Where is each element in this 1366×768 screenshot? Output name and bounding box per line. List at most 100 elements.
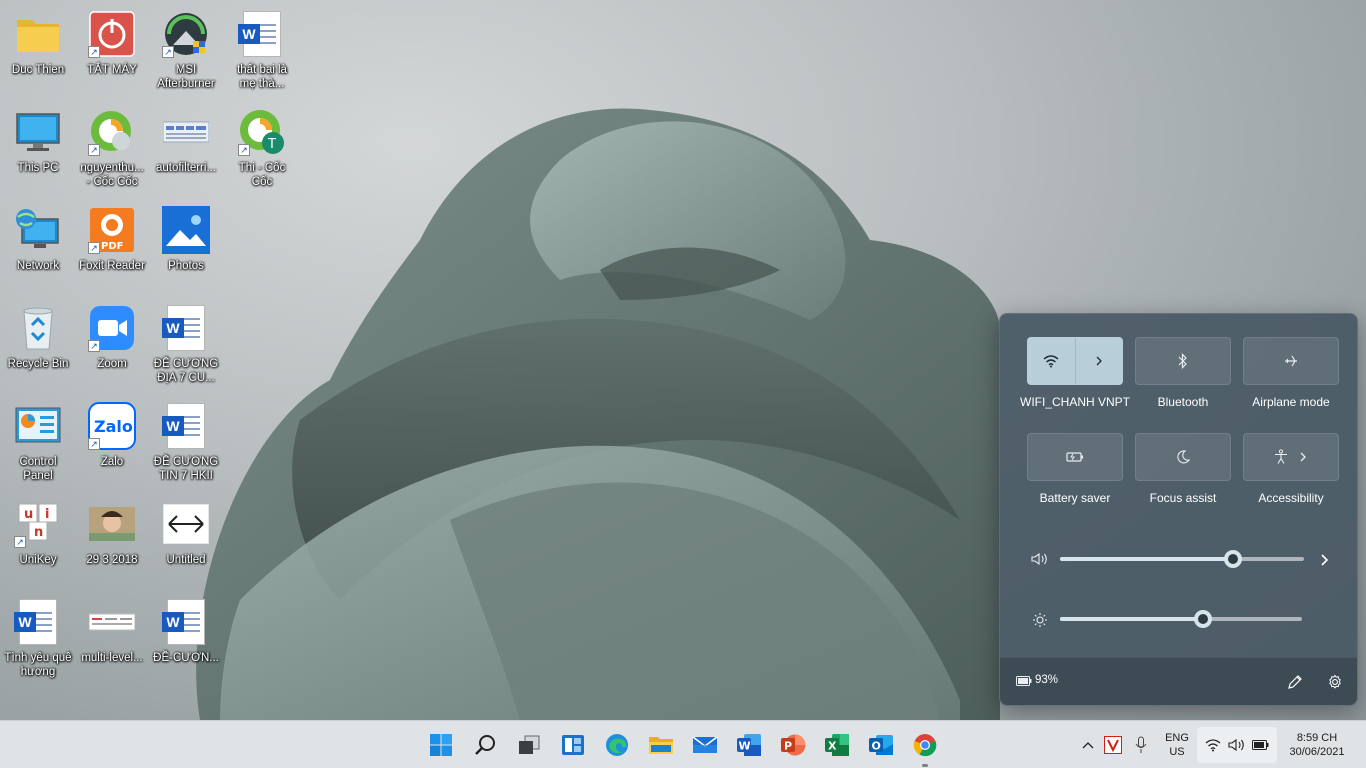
shortcut-arrow-icon: ↗ [238, 144, 250, 156]
battery-icon [1252, 740, 1269, 750]
focus-assist-tile[interactable] [1135, 433, 1231, 481]
file-untitled[interactable]: Untitled [148, 494, 224, 588]
start-button[interactable] [421, 727, 461, 763]
file-de-cuong-tin-7[interactable]: W ĐỀ CƯƠNG TIN 7 HKII [148, 396, 224, 490]
draw-file-icon [162, 500, 210, 548]
volume-slider[interactable] [1060, 550, 1304, 568]
speaker-icon [1228, 738, 1244, 752]
coccoc-icon: ↗ [88, 108, 136, 156]
accessibility-label: Accessibility [1258, 491, 1324, 505]
this-pc[interactable]: This PC [0, 102, 76, 196]
excel-icon: X [825, 734, 849, 756]
speaker-icon [1031, 552, 1047, 566]
quick-settings-footer: 93% [1000, 657, 1357, 705]
word-document-icon: W [162, 304, 210, 352]
photos[interactable]: Photos [148, 200, 224, 294]
network-icon [14, 206, 62, 254]
coccoc-thi[interactable]: T ↗ Thi - Cốc Cốc [224, 102, 300, 196]
unikey[interactable]: uin ↗ UniKey [0, 494, 76, 588]
all-settings-button[interactable] [1324, 671, 1346, 693]
airplane-icon [1285, 355, 1297, 367]
shortcut-arrow-icon: ↗ [14, 536, 26, 548]
brightness-slider[interactable] [1060, 610, 1302, 628]
battery-saver-label: Battery saver [1039, 491, 1111, 505]
word-button[interactable]: W [729, 727, 769, 763]
file-tinh-yeu-que-huong[interactable]: W Tình yêu quê hương [0, 592, 76, 686]
search-button[interactable] [465, 727, 505, 763]
mail-icon [692, 736, 718, 753]
airplane-mode-tile[interactable] [1243, 337, 1339, 385]
wifi-icon [1043, 355, 1059, 368]
recycle-bin[interactable]: Recycle Bin [0, 298, 76, 392]
excel-button[interactable]: X [817, 727, 857, 763]
file-explorer-button[interactable] [641, 727, 681, 763]
outlook-icon: O [869, 735, 893, 755]
image-file-icon [88, 598, 136, 646]
wifi-toggle-tile[interactable] [1027, 337, 1123, 385]
monitor-icon [14, 108, 62, 156]
control-panel[interactable]: Control Panel [0, 396, 76, 490]
vietkey-icon [1104, 736, 1122, 754]
chrome-running-indicator [922, 764, 928, 767]
microphone-tray-button[interactable] [1131, 735, 1151, 755]
wifi-icon [1205, 739, 1221, 752]
accessibility-tile[interactable] [1243, 433, 1339, 481]
zalo[interactable]: Zalo ↗ Zalo [74, 396, 150, 490]
photo-29-3-2018[interactable]: 29 3 2018 [74, 494, 150, 588]
svg-text:i: i [45, 507, 49, 522]
bluetooth-tile-label: Bluetooth [1157, 395, 1209, 409]
battery-saver-tile[interactable] [1027, 433, 1123, 481]
vietkey-tray-button[interactable] [1103, 735, 1123, 755]
foxit-reader[interactable]: PDF ↗ Foxit Reader [74, 200, 150, 294]
msi-afterburner[interactable]: ↗ MSI Afterburner [148, 4, 224, 98]
chrome-button[interactable] [905, 727, 945, 763]
powerpoint-icon: P [781, 734, 806, 756]
recycle-bin-icon [14, 304, 62, 352]
file-that-bai-la-me-thanh-cong[interactable]: W thất bại là mẹ thà... [224, 4, 300, 98]
gear-icon [1329, 674, 1341, 689]
coccoc-nguyenthu[interactable]: ↗ nguyenthu... - Cốc Cốc [74, 102, 150, 196]
audio-output-button[interactable] [1316, 552, 1332, 568]
edit-quick-settings-button[interactable] [1284, 671, 1306, 693]
edge-button[interactable] [597, 727, 637, 763]
pencil-icon [1288, 675, 1302, 689]
widgets-button[interactable] [553, 727, 593, 763]
unikey-icon: uin ↗ [14, 500, 62, 548]
clock-button[interactable]: 8:59 CH 30/06/2021 [1280, 731, 1354, 759]
brightness-slider-thumb[interactable] [1194, 610, 1212, 628]
file-multi-level[interactable]: multi-level... [74, 592, 150, 686]
svg-text:PDF: PDF [101, 241, 123, 252]
input-language-indicator[interactable]: ENG US [1158, 731, 1196, 759]
shortcut-arrow-icon: ↗ [88, 340, 100, 352]
outlook-button[interactable]: O [861, 727, 901, 763]
wifi-expand-button[interactable] [1075, 338, 1122, 384]
network[interactable]: Network [0, 200, 76, 294]
show-hidden-icons-button[interactable] [1078, 735, 1098, 755]
svg-text:O: O [872, 740, 881, 753]
quick-settings-tray-button[interactable] [1197, 727, 1277, 763]
msi-afterburner-icon: ↗ [162, 10, 210, 58]
folder-duc-thien[interactable]: Duc Thien [0, 4, 76, 98]
zoom[interactable]: ↗ Zoom [74, 298, 150, 392]
airplane-mode-label: Airplane mode [1252, 395, 1330, 409]
accessibility-icon [1275, 449, 1287, 464]
autofilterri[interactable]: autofilterri... [148, 102, 224, 196]
chevron-up-icon [1082, 742, 1094, 749]
file-de-cuong-dia-7[interactable]: W ĐỀ CƯƠNG ĐỊA 7 CU... [148, 298, 224, 392]
wifi-toggle-button[interactable] [1028, 338, 1075, 384]
volume-slider-thumb[interactable] [1224, 550, 1242, 568]
brightness-icon [1033, 613, 1047, 627]
powerpoint-button[interactable]: P [773, 727, 813, 763]
battery-percentage: 93% [1035, 674, 1059, 686]
zoom-icon: ↗ [88, 304, 136, 352]
chevron-right-icon [1096, 356, 1102, 366]
bluetooth-toggle-tile[interactable] [1135, 337, 1231, 385]
mail-button[interactable] [685, 727, 725, 763]
chevron-right-icon [1300, 452, 1306, 462]
task-view-button[interactable] [509, 727, 549, 763]
tat-may-shortcut[interactable]: ↗ TẮT MÁY [74, 4, 150, 98]
file-de-cuong[interactable]: W ĐỀ-CƯƠN... [148, 592, 224, 686]
word-document-icon: W [14, 598, 62, 646]
coccoc-icon: T ↗ [238, 108, 286, 156]
shortcut-arrow-icon: ↗ [88, 144, 100, 156]
